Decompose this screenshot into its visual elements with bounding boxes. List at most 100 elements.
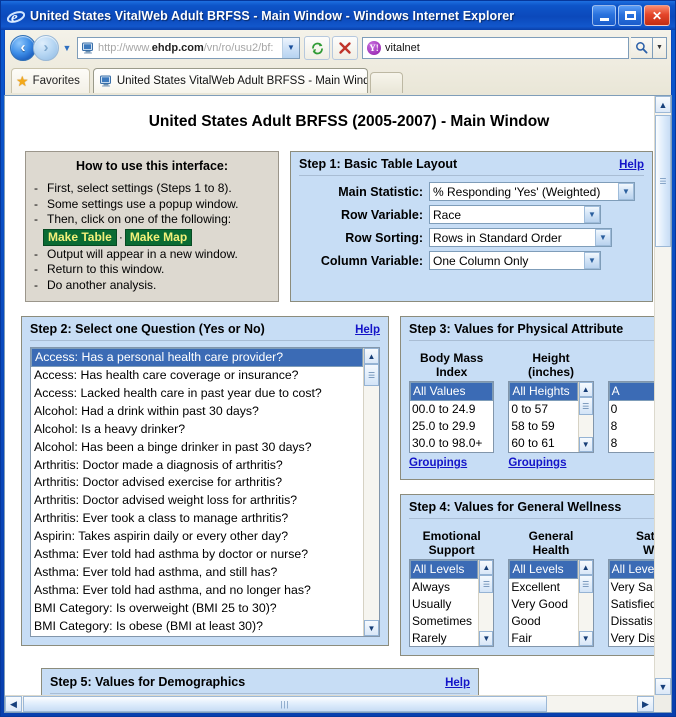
favorites-button[interactable]: ★ Favorites: [11, 68, 90, 93]
list-item[interactable]: Arthritis: Ever took a class to manage a…: [31, 510, 363, 528]
list-item[interactable]: Satisfied: [609, 596, 654, 613]
forward-button[interactable]: ›: [33, 34, 59, 61]
list-item[interactable]: Excellent: [509, 579, 577, 596]
chevron-down-icon[interactable]: ▼: [618, 183, 634, 200]
main-statistic-select[interactable]: % Responding 'Yes' (Weighted) ▼: [429, 182, 635, 201]
list-item[interactable]: Very Good: [509, 596, 577, 613]
list-item[interactable]: All Leve: [608, 560, 654, 579]
page-horizontal-scrollbar[interactable]: ◀ ||| ▶: [5, 695, 654, 712]
bmi-groupings-link[interactable]: Groupings: [409, 456, 467, 469]
list-item[interactable]: All Levels: [509, 560, 578, 579]
chevron-down-icon[interactable]: ▼: [584, 206, 600, 223]
scroll-up-button[interactable]: ▲: [479, 560, 494, 575]
scroll-track[interactable]: ☰: [578, 397, 593, 437]
list-item[interactable]: Fair: [509, 630, 577, 646]
row-sorting-select[interactable]: Rows in Standard Order ▼: [429, 228, 612, 247]
list-item[interactable]: Always: [410, 579, 478, 596]
chevron-down-icon[interactable]: ▼: [584, 252, 600, 269]
row-variable-select[interactable]: Race ▼: [429, 205, 601, 224]
bmi-listbox[interactable]: All Values 00.0 to 24.9 25.0 to 29.9 30.…: [409, 381, 495, 453]
scroll-track[interactable]: ☰: [364, 364, 379, 620]
list-item[interactable]: All Heights: [509, 382, 578, 401]
address-dropdown-button[interactable]: ▼: [282, 37, 299, 58]
list-item[interactable]: Alcohol: Is a heavy drinker?: [31, 421, 363, 439]
emotional-support-listbox[interactable]: All Levels Always Usually Sometimes Rare…: [409, 559, 495, 647]
scroll-left-button[interactable]: ◀: [5, 696, 22, 712]
list-item[interactable]: Asthma: Ever told had asthma, and still …: [31, 564, 363, 582]
maximize-button[interactable]: [618, 5, 642, 26]
list-item[interactable]: BMI Category: Is overweight (BMI 25 to 3…: [31, 600, 363, 618]
scroll-up-button[interactable]: ▲: [578, 382, 593, 397]
weight-listbox[interactable]: A 0 8 8: [607, 381, 654, 453]
refresh-button[interactable]: [304, 35, 330, 60]
list-item[interactable]: 0 to 57: [509, 401, 577, 418]
list-item[interactable]: 60 to 61: [509, 435, 577, 452]
chevron-down-icon[interactable]: ▼: [60, 43, 74, 53]
list-item[interactable]: Sometimes: [410, 613, 478, 630]
list-item[interactable]: Very Dis: [609, 630, 654, 646]
list-item[interactable]: All Levels: [410, 560, 479, 579]
list-item[interactable]: 25.0 to 29.9: [410, 418, 493, 435]
list-item[interactable]: Arthritis: Doctor made a diagnosis of ar…: [31, 457, 363, 475]
scroll-down-button[interactable]: ▼: [479, 631, 494, 646]
scroll-down-button[interactable]: ▼: [364, 620, 379, 636]
step2-help-link[interactable]: Help: [355, 324, 380, 336]
scroll-up-button[interactable]: ▲: [364, 348, 379, 364]
scroll-thumb[interactable]: ☰: [364, 364, 379, 386]
list-item[interactable]: 8: [609, 418, 654, 435]
vertical-scroll-thumb[interactable]: ☰: [655, 115, 671, 247]
scroll-thumb[interactable]: ☰: [479, 575, 494, 593]
horizontal-scroll-thumb[interactable]: |||: [23, 696, 547, 712]
list-item[interactable]: Access: Has a personal health care provi…: [31, 348, 363, 367]
list-item[interactable]: Very Sa: [609, 579, 654, 596]
list-item[interactable]: Aspirin: Takes aspirin daily or every ot…: [31, 528, 363, 546]
satisfaction-listbox[interactable]: All Leve Very Sa Satisfied Dissatis Very…: [607, 559, 654, 647]
list-item[interactable]: 0: [609, 401, 654, 418]
list-item[interactable]: A: [608, 382, 654, 401]
list-item[interactable]: Asthma: Ever told had asthma, and no lon…: [31, 582, 363, 600]
list-item[interactable]: BMI Category: Is obese (BMI at least 30)…: [31, 618, 363, 636]
vertical-scroll-track[interactable]: ☰: [655, 113, 671, 678]
list-item[interactable]: 00.0 to 24.9: [410, 401, 493, 418]
browser-tab[interactable]: United States VitalWeb Adult BRFSS - Mai…: [92, 68, 368, 93]
new-tab-button[interactable]: [369, 72, 403, 93]
scroll-right-button[interactable]: ▶: [637, 696, 654, 712]
scroll-track[interactable]: ☰: [578, 575, 593, 631]
address-bar[interactable]: http://www.ehdp.com/vn/ro/usu2/bf: ▼: [77, 36, 300, 59]
height-listbox[interactable]: All Heights 0 to 57 58 to 59 60 to 61 ▲: [508, 381, 594, 453]
list-item[interactable]: Alcohol: Has been a binge drinker in pas…: [31, 439, 363, 457]
emotional-support-list-scrollbar[interactable]: ▲ ☰ ▼: [478, 560, 494, 646]
question-list-scrollbar[interactable]: ▲ ☰ ▼: [363, 348, 379, 636]
make-table-button[interactable]: Make Table: [43, 228, 117, 246]
list-item[interactable]: Dissatis: [609, 613, 654, 630]
general-health-list-scrollbar[interactable]: ▲ ☰ ▼: [577, 560, 593, 646]
search-options-dropdown[interactable]: ▼: [653, 36, 667, 59]
list-item[interactable]: All Values: [410, 382, 494, 401]
list-item[interactable]: 8: [609, 435, 654, 452]
column-variable-select[interactable]: One Column Only ▼: [429, 251, 601, 270]
height-list-scrollbar[interactable]: ▲ ☰ ▼: [577, 382, 593, 452]
scroll-up-button[interactable]: ▲: [655, 96, 671, 113]
height-groupings-link[interactable]: Groupings: [508, 456, 566, 469]
minimize-button[interactable]: [592, 5, 616, 26]
scroll-down-button[interactable]: ▼: [655, 678, 671, 695]
list-item[interactable]: Access: Lacked health care in past year …: [31, 385, 363, 403]
search-input[interactable]: Y! vitalnet: [362, 36, 629, 59]
search-icon[interactable]: [631, 36, 653, 59]
close-button[interactable]: ✕: [644, 5, 670, 26]
list-item[interactable]: Alcohol: Had a drink within past 30 days…: [31, 403, 363, 421]
list-item[interactable]: Arthritis: Doctor advised exercise for a…: [31, 474, 363, 492]
list-item[interactable]: Rarely: [410, 630, 478, 646]
stop-button[interactable]: [332, 35, 358, 60]
question-listbox[interactable]: Access: Has a personal health care provi…: [30, 347, 380, 637]
list-item[interactable]: 58 to 59: [509, 418, 577, 435]
step5-help-link[interactable]: Help: [445, 677, 470, 689]
scroll-track[interactable]: ☰: [479, 575, 494, 631]
list-item[interactable]: Asthma: Ever told had asthma by doctor o…: [31, 546, 363, 564]
list-item[interactable]: Good: [509, 613, 577, 630]
step1-help-link[interactable]: Help: [619, 159, 644, 171]
horizontal-scroll-track[interactable]: |||: [22, 696, 637, 712]
list-item[interactable]: Arthritis: Doctor advised weight loss fo…: [31, 492, 363, 510]
page-vertical-scrollbar[interactable]: ▲ ☰ ▼: [654, 96, 671, 695]
scroll-thumb[interactable]: ☰: [578, 397, 593, 415]
